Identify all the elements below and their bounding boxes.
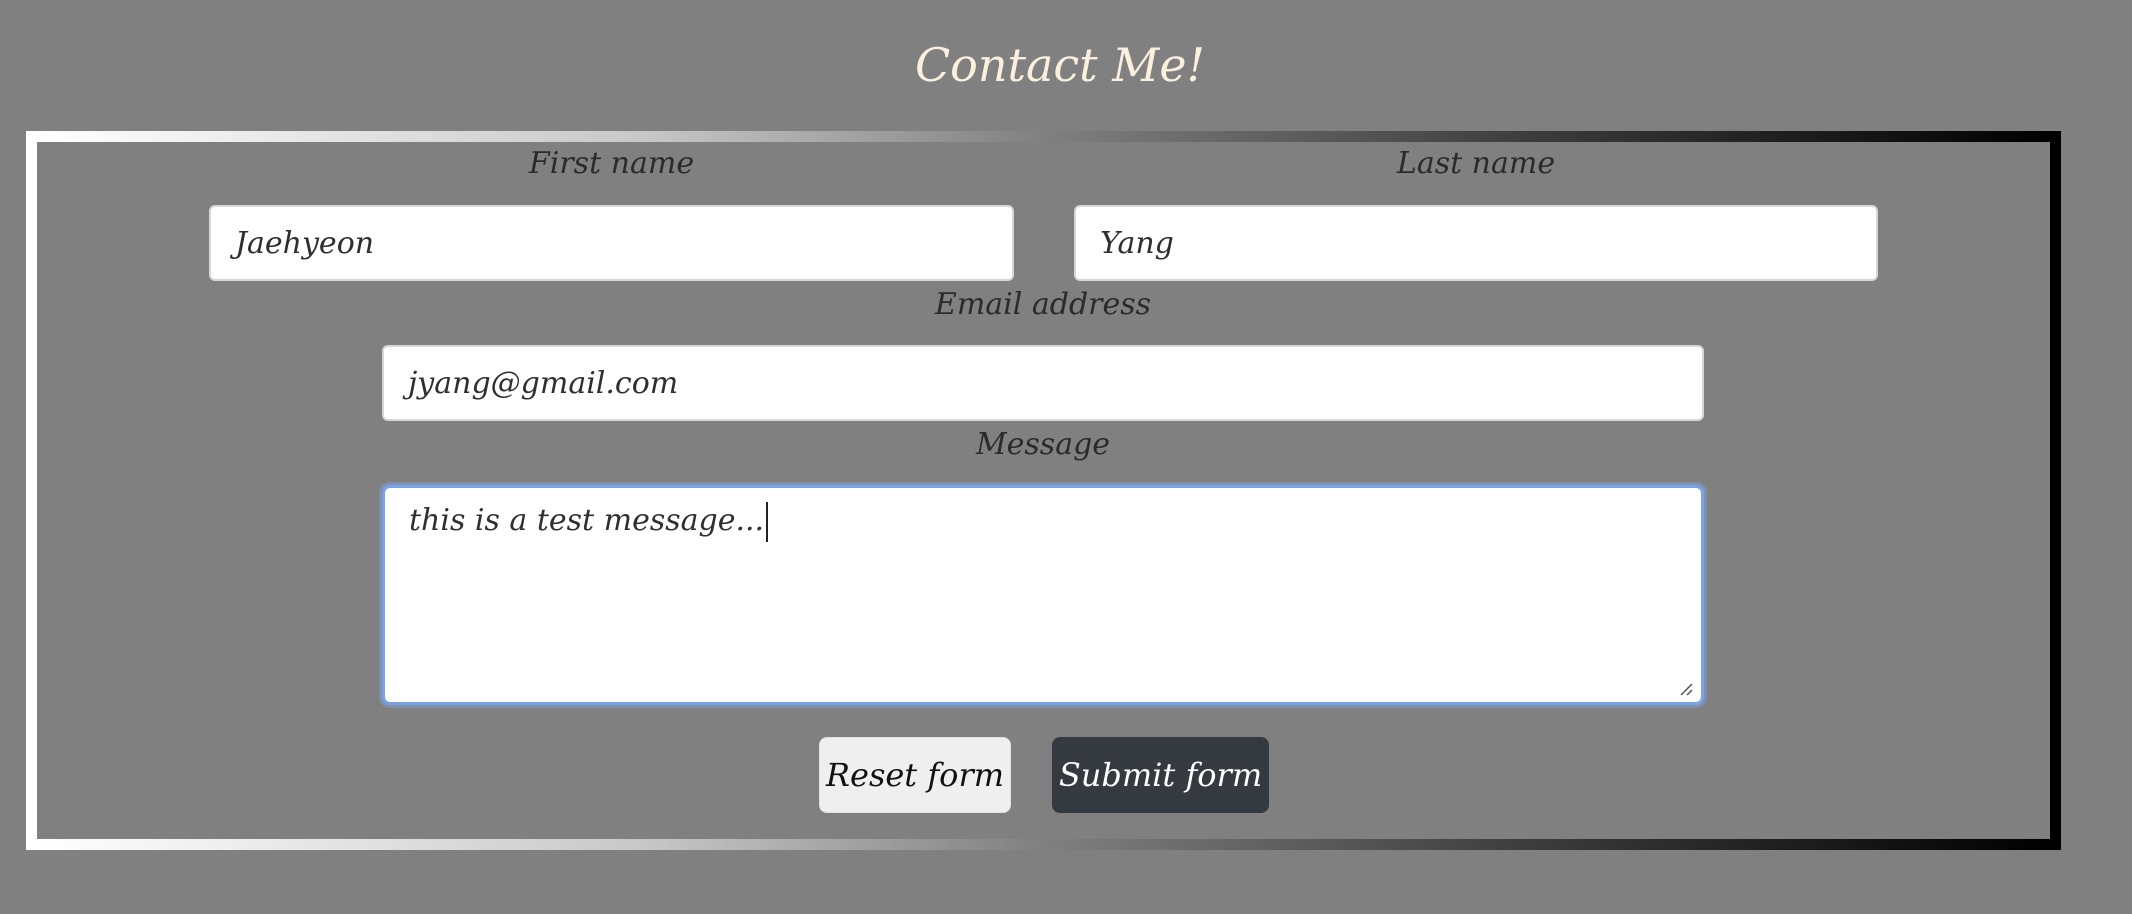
email-value: jyang@gmail.com — [408, 365, 679, 401]
last-name-value: Yang — [1100, 225, 1174, 261]
first-name-input[interactable]: Jaehyeon — [209, 205, 1014, 281]
message-textarea[interactable]: this is a test message... — [382, 485, 1704, 705]
reset-form-button[interactable]: Reset form — [819, 737, 1011, 813]
message-value: this is a test message... — [409, 503, 765, 538]
submit-form-button[interactable]: Submit form — [1052, 737, 1269, 813]
text-caret — [766, 502, 769, 542]
message-label: Message — [975, 427, 1111, 462]
email-input[interactable]: jyang@gmail.com — [382, 345, 1704, 421]
last-name-label: Last name — [1396, 146, 1556, 181]
last-name-input[interactable]: Yang — [1074, 205, 1878, 281]
page-title: Contact Me! — [914, 38, 1206, 92]
email-label: Email address — [934, 287, 1152, 322]
first-name-value: Jaehyeon — [235, 225, 375, 261]
first-name-label: First name — [528, 146, 695, 181]
textarea-resize-icon[interactable] — [1679, 682, 1693, 696]
